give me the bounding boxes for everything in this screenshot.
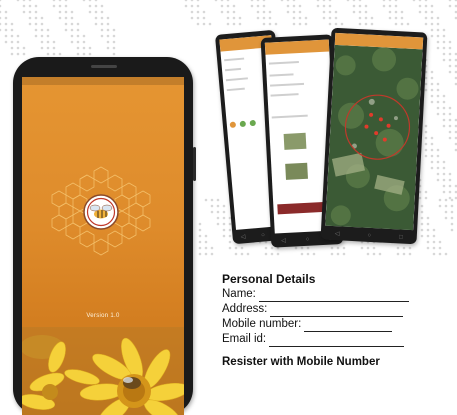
- phone-side-button: [193, 147, 196, 181]
- honeycomb-icon: [22, 166, 184, 415]
- map-screen-preview: [325, 32, 424, 231]
- email-input-line[interactable]: [269, 335, 405, 347]
- mobile-number-field[interactable]: Mobile number:: [222, 317, 442, 332]
- field-label: Email id:: [222, 333, 267, 345]
- field-label: Name:: [222, 288, 256, 300]
- phone-notch: [13, 57, 193, 75]
- version-label: Version 1.0: [86, 313, 120, 319]
- field-label: Address:: [222, 303, 268, 315]
- form-title: Personal Details: [222, 272, 316, 286]
- name-input-line[interactable]: [258, 290, 409, 302]
- field-label: Mobile number:: [222, 318, 302, 330]
- name-field[interactable]: Name:: [222, 287, 442, 302]
- bee-logo-icon: [83, 194, 119, 230]
- splash-screen: Version 1.0: [22, 77, 184, 415]
- map-image: [325, 44, 423, 231]
- main-phone: Version 1.0: [13, 57, 196, 415]
- sunflower-image: [22, 327, 184, 415]
- recent-nav-icon: □: [398, 234, 403, 241]
- address-field[interactable]: Address:: [222, 302, 442, 317]
- screen-phone-3: ◁ ○ □: [320, 27, 428, 245]
- mobile-input-line[interactable]: [304, 320, 393, 332]
- register-mobile-button[interactable]: Resister with Mobile Number: [222, 356, 442, 368]
- back-nav-icon: ◁: [334, 231, 340, 238]
- email-field[interactable]: Email id:: [222, 332, 442, 347]
- personal-details-form: Personal Details Name: Address: Mobile n…: [222, 272, 442, 368]
- address-input-line[interactable]: [270, 305, 404, 317]
- home-nav-icon: ○: [367, 232, 372, 239]
